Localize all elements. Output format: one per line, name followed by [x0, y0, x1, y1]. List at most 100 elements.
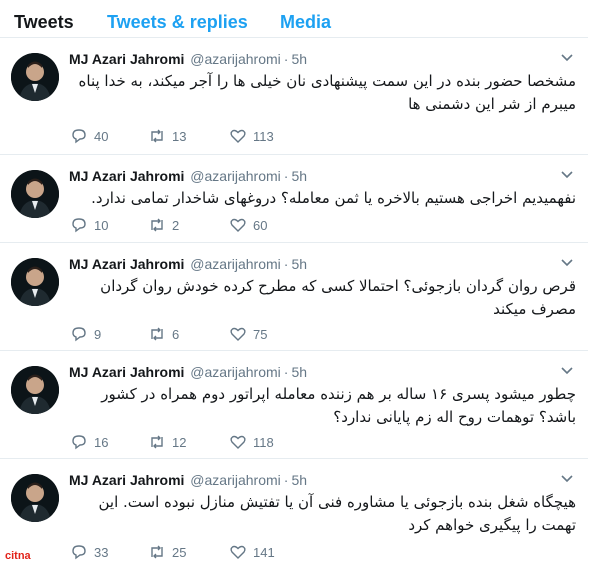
tweet-actions: 9 6 75: [70, 324, 370, 344]
avatar[interactable]: [11, 366, 59, 414]
dot-separator: ·: [283, 51, 289, 67]
retweet-count: 25: [172, 544, 187, 560]
avatar[interactable]: [11, 53, 59, 101]
retweet-count: 2: [172, 217, 180, 233]
tweet-header: MJ Azari Jahromi @azarijahromi · 5h: [69, 51, 307, 67]
author-name[interactable]: MJ Azari Jahromi: [69, 51, 184, 67]
retweet-icon: [151, 129, 163, 143]
reply-button[interactable]: 16: [70, 432, 108, 452]
tweet-text: هیچگاه شغل بنده بازجوئی یا مشاوره فنی آن…: [98, 493, 576, 534]
tab-tweets[interactable]: Tweets: [14, 12, 74, 33]
author-name[interactable]: MJ Azari Jahromi: [69, 364, 184, 380]
tweet-text: نفهمیدیم اخراجی هستیم بالاخره یا ثمن معا…: [91, 189, 576, 207]
heart-icon: [230, 218, 246, 232]
retweet-icon: [151, 545, 163, 559]
reply-icon: [72, 218, 86, 233]
author-name[interactable]: MJ Azari Jahromi: [69, 168, 184, 184]
tweet-header: MJ Azari Jahromi @azarijahromi · 5h: [69, 472, 307, 488]
reply-button[interactable]: 9: [70, 324, 101, 344]
chevron-down-icon[interactable]: [560, 473, 574, 483]
tweet-header: MJ Azari Jahromi @azarijahromi · 5h: [69, 168, 307, 184]
like-count: 141: [253, 544, 275, 560]
retweet-button[interactable]: 2: [148, 215, 179, 235]
author-handle[interactable]: @azarijahromi: [190, 256, 280, 272]
heart-icon: [230, 327, 246, 341]
retweet-button[interactable]: 13: [148, 126, 186, 146]
author-handle[interactable]: @azarijahromi: [190, 51, 280, 67]
tweet-text: مشخصا حضور بنده در این سمت پیشنهادی نان …: [78, 72, 576, 113]
retweet-button[interactable]: 6: [148, 324, 179, 344]
tweet-actions: 33 25 141: [70, 542, 370, 562]
timestamp[interactable]: 5h: [291, 51, 307, 67]
tweet-header: MJ Azari Jahromi @azarijahromi · 5h: [69, 256, 307, 272]
retweet-icon: [151, 327, 163, 341]
like-button[interactable]: 113: [229, 126, 274, 146]
reply-count: 9: [94, 326, 102, 342]
dot-separator: ·: [283, 256, 289, 272]
dot-separator: ·: [283, 472, 289, 488]
heart-icon: [230, 129, 246, 143]
reply-count: 16: [94, 434, 109, 450]
retweet-icon: [151, 435, 163, 449]
reply-button[interactable]: 33: [70, 542, 108, 562]
tweet-feed: MJ Azari Jahromi @azarijahromi · 5h مشخصا …: [0, 37, 588, 567]
tweet-actions: 40 13 113: [70, 126, 370, 146]
avatar[interactable]: [11, 474, 59, 522]
chevron-down-icon[interactable]: [560, 257, 574, 267]
timestamp[interactable]: 5h: [291, 472, 307, 488]
tweet-text: قرص روان گردان بازجوئی؟ احتمالا کسی که م…: [100, 277, 576, 318]
author-name[interactable]: MJ Azari Jahromi: [69, 472, 184, 488]
like-button[interactable]: 60: [229, 215, 267, 235]
retweet-count: 13: [172, 128, 187, 144]
tweet[interactable]: MJ Azari Jahromi @azarijahromi · 5h قرص رو…: [0, 242, 588, 350]
svg-text:citna: citna: [5, 550, 32, 562]
author-handle[interactable]: @azarijahromi: [190, 364, 280, 380]
retweet-icon: [151, 218, 163, 232]
like-button[interactable]: 141: [229, 542, 275, 562]
avatar[interactable]: [11, 170, 59, 218]
like-count: 60: [253, 217, 268, 233]
reply-count: 40: [94, 128, 109, 144]
tweet[interactable]: MJ Azari Jahromi @azarijahromi · 5h چطور م…: [0, 350, 588, 458]
heart-icon: [230, 435, 246, 449]
tweet-actions: 16 12 118: [70, 432, 370, 452]
timestamp[interactable]: 5h: [291, 364, 307, 380]
reply-count: 10: [94, 217, 109, 233]
retweet-button[interactable]: 12: [148, 432, 186, 452]
tweet[interactable]: MJ Azari Jahromi @azarijahromi · 5h نفهمید…: [0, 154, 588, 242]
reply-icon: [72, 129, 86, 144]
retweet-count: 12: [172, 434, 187, 450]
chevron-down-icon[interactable]: [560, 52, 574, 62]
avatar[interactable]: [11, 258, 59, 306]
tweet[interactable]: MJ Azari Jahromi @azarijahromi · 5h مشخصا …: [0, 37, 588, 154]
reply-button[interactable]: 40: [70, 126, 108, 146]
author-handle[interactable]: @azarijahromi: [190, 168, 280, 184]
watermark-logo: citna: [4, 548, 40, 562]
reply-icon: [72, 435, 86, 450]
reply-count: 33: [94, 544, 109, 560]
tab-tweets-and-replies[interactable]: Tweets & replies: [107, 12, 248, 33]
like-count: 75: [253, 326, 268, 342]
like-button[interactable]: 75: [229, 324, 267, 344]
dot-separator: ·: [283, 168, 289, 184]
chevron-down-icon[interactable]: [560, 169, 574, 179]
tweet[interactable]: MJ Azari Jahromi @azarijahromi · 5h هیچگاه…: [0, 458, 588, 567]
timestamp[interactable]: 5h: [291, 256, 307, 272]
author-name[interactable]: MJ Azari Jahromi: [69, 256, 184, 272]
like-count: 113: [253, 128, 274, 144]
heart-icon: [230, 545, 246, 559]
retweet-count: 6: [172, 326, 180, 342]
like-count: 118: [253, 434, 274, 450]
author-handle[interactable]: @azarijahromi: [190, 472, 280, 488]
tab-media[interactable]: Media: [280, 12, 331, 33]
retweet-button[interactable]: 25: [148, 542, 186, 562]
tweet-header: MJ Azari Jahromi @azarijahromi · 5h: [69, 364, 307, 380]
dot-separator: ·: [283, 364, 289, 380]
timestamp[interactable]: 5h: [291, 168, 307, 184]
tweet-text: چطور میشود پسری ۱۶ ساله بر هم زننده معام…: [101, 385, 576, 426]
tweet-actions: 10 2 60: [70, 215, 370, 235]
like-button[interactable]: 118: [229, 432, 274, 452]
reply-icon: [72, 327, 86, 342]
reply-button[interactable]: 10: [70, 215, 108, 235]
chevron-down-icon[interactable]: [560, 365, 574, 375]
